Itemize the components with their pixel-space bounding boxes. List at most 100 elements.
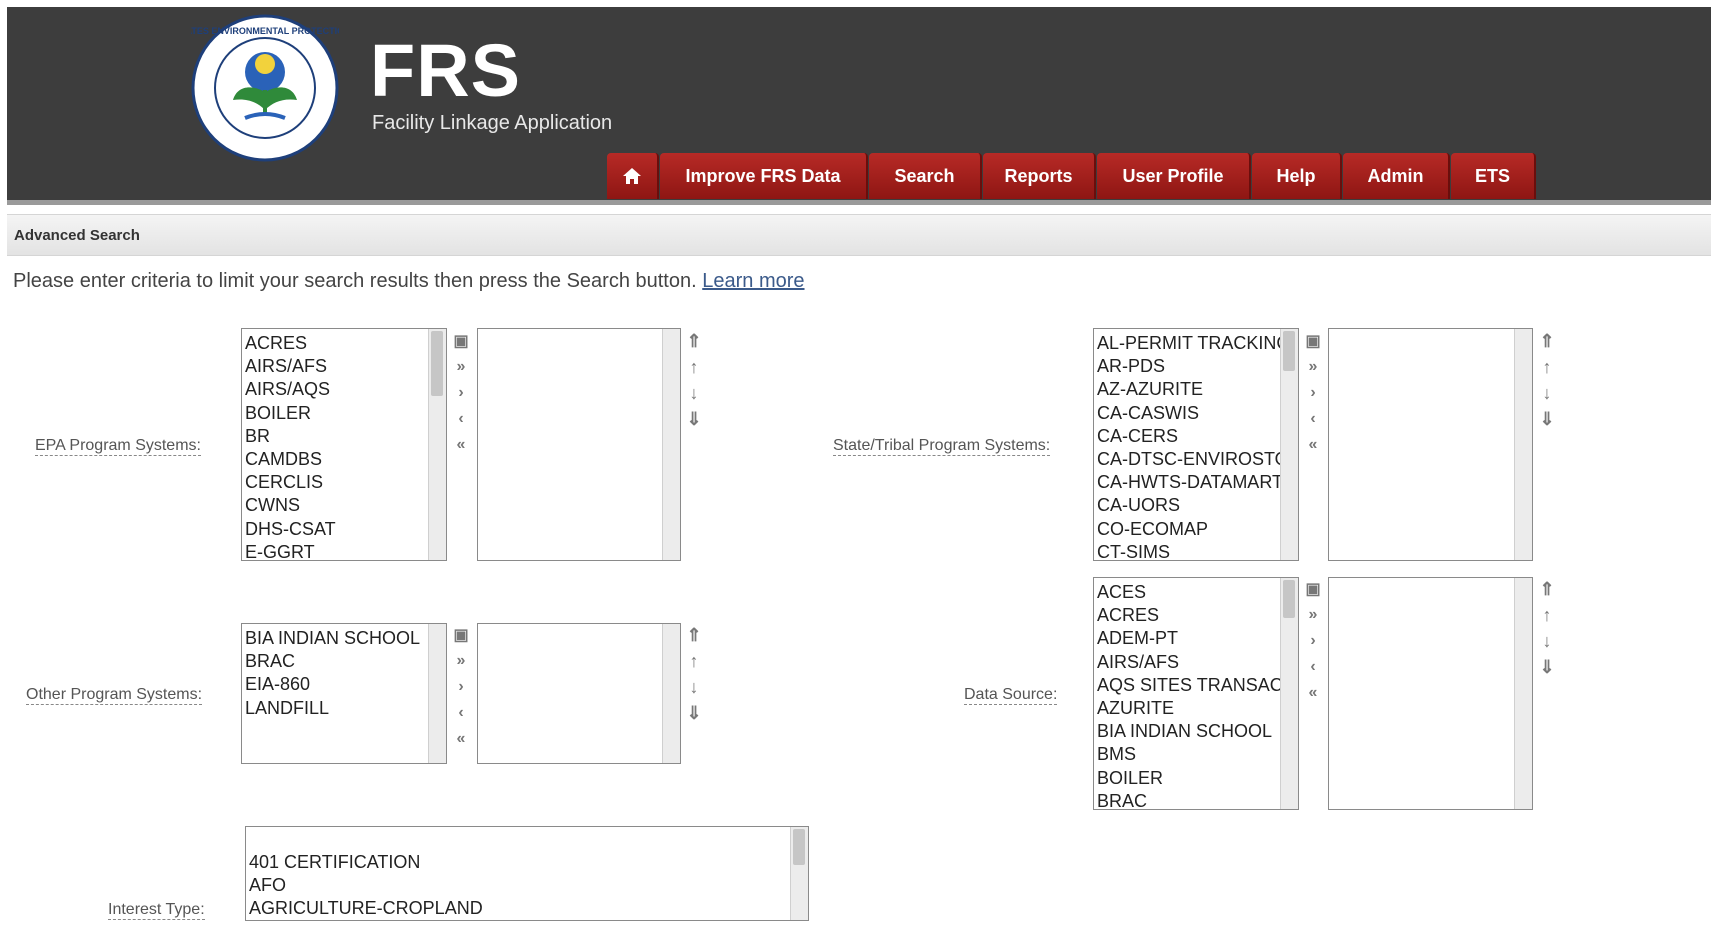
list-option[interactable]: ADEM-PT (1097, 627, 1298, 650)
list-option[interactable]: CT-SIMS (1097, 541, 1298, 560)
move-bottom-icon[interactable]: ⇓ (683, 408, 705, 430)
move-bottom-icon[interactable]: ⇓ (1536, 656, 1558, 678)
list-option[interactable]: CA-HWTS-DATAMART (1097, 471, 1298, 494)
move-top-icon[interactable]: ⇑ (683, 624, 705, 646)
move-up-icon[interactable]: ↑ (1536, 604, 1558, 626)
add-icon[interactable]: › (450, 382, 472, 404)
list-option[interactable]: CERCLIS (245, 471, 336, 494)
list-option[interactable]: AZURITE (1097, 697, 1298, 720)
list-option[interactable]: BIA INDIAN SCHOOL (1097, 720, 1298, 743)
select-all-icon[interactable]: ▣ (1302, 330, 1324, 352)
move-top-icon[interactable]: ⇑ (683, 330, 705, 352)
state-tribal-program-systems-selected-list[interactable] (1328, 328, 1533, 561)
list-option[interactable]: AQS SITES TRANSACTIONS (1097, 674, 1298, 697)
nav-ets[interactable]: ETS (1451, 153, 1536, 199)
remove-all-icon[interactable]: « (1302, 682, 1324, 704)
list-option[interactable]: CAMDBS (245, 448, 336, 471)
interest-type-list[interactable]: 401 CERTIFICATION AFO AGRICULTURE-CROPLA… (245, 826, 809, 921)
add-icon[interactable]: › (450, 676, 472, 698)
scrollbar[interactable] (790, 827, 808, 920)
remove-icon[interactable]: ‹ (1302, 656, 1324, 678)
nav-help[interactable]: Help (1252, 153, 1342, 199)
data-source-selected-list[interactable] (1328, 577, 1533, 810)
move-down-icon[interactable]: ↓ (1536, 630, 1558, 652)
select-all-icon[interactable]: ▣ (450, 624, 472, 646)
scrollbar[interactable] (662, 329, 680, 560)
list-option[interactable]: AGRICULTURE-CROPLAND (249, 897, 483, 920)
move-top-icon[interactable]: ⇑ (1536, 578, 1558, 600)
list-option[interactable]: AIRS/AFS (1097, 651, 1298, 674)
select-all-icon[interactable]: ▣ (1302, 578, 1324, 600)
list-option[interactable]: ACRES (245, 332, 336, 355)
epa-program-systems-available-list[interactable]: ACRES AIRS/AFS AIRS/AQS BOILER BR CAMDBS… (241, 328, 447, 561)
select-all-icon[interactable]: ▣ (450, 330, 472, 352)
move-bottom-icon[interactable]: ⇓ (1536, 408, 1558, 430)
add-icon[interactable]: › (1302, 382, 1324, 404)
list-option[interactable]: AIRS/AFS (245, 355, 336, 378)
list-option[interactable]: BOILER (245, 402, 336, 425)
list-option[interactable]: ACES (1097, 581, 1298, 604)
list-option[interactable]: AIRS/AQS (245, 378, 336, 401)
nav-improve-frs-data[interactable]: Improve FRS Data (660, 153, 868, 199)
list-option[interactable]: BR (245, 425, 336, 448)
add-all-icon[interactable]: » (1302, 356, 1324, 378)
scrollbar[interactable] (662, 624, 680, 763)
list-option[interactable]: E-GGRT (245, 541, 336, 560)
remove-all-icon[interactable]: « (450, 728, 472, 750)
nav-admin[interactable]: Admin (1343, 153, 1450, 199)
scrollbar[interactable] (1514, 329, 1532, 560)
move-up-icon[interactable]: ↑ (683, 356, 705, 378)
list-option[interactable]: AFO (249, 874, 483, 897)
list-option[interactable]: 401 CERTIFICATION (249, 851, 483, 874)
nav-reports[interactable]: Reports (983, 153, 1096, 199)
list-option[interactable]: CA-UORS (1097, 494, 1298, 517)
add-all-icon[interactable]: » (450, 650, 472, 672)
move-bottom-icon[interactable]: ⇓ (683, 702, 705, 724)
nav-search[interactable]: Search (869, 153, 982, 199)
scrollbar[interactable] (428, 624, 446, 763)
list-option[interactable]: BRAC (245, 650, 420, 673)
move-up-icon[interactable]: ↑ (1536, 356, 1558, 378)
scrollbar[interactable] (428, 329, 446, 560)
learn-more-link[interactable]: Learn more (702, 270, 804, 292)
move-top-icon[interactable]: ⇑ (1536, 330, 1558, 352)
list-option[interactable]: LANDFILL (245, 697, 420, 720)
move-down-icon[interactable]: ↓ (683, 382, 705, 404)
list-option[interactable]: BIA INDIAN SCHOOL (245, 627, 420, 650)
scrollbar[interactable] (1280, 578, 1298, 809)
nav-home[interactable] (607, 153, 659, 199)
other-program-systems-available-list[interactable]: BIA INDIAN SCHOOL BRAC EIA-860 LANDFILL (241, 623, 447, 764)
list-option[interactable]: CA-CERS (1097, 425, 1298, 448)
add-icon[interactable]: › (1302, 630, 1324, 652)
add-all-icon[interactable]: » (1302, 604, 1324, 626)
move-up-icon[interactable]: ↑ (683, 650, 705, 672)
list-option[interactable]: CO-ECOMAP (1097, 518, 1298, 541)
list-option[interactable]: AL-PERMIT TRACKING (1097, 332, 1298, 355)
list-option[interactable]: CA-CASWIS (1097, 402, 1298, 425)
epa-program-systems-selected-list[interactable] (477, 328, 681, 561)
remove-icon[interactable]: ‹ (1302, 408, 1324, 430)
move-down-icon[interactable]: ↓ (1536, 382, 1558, 404)
list-option[interactable]: CA-DTSC-ENVIROSTOR (1097, 448, 1298, 471)
list-option[interactable]: BRAC (1097, 790, 1298, 809)
remove-icon[interactable]: ‹ (450, 702, 472, 724)
list-option[interactable]: BOILER (1097, 767, 1298, 790)
scrollbar[interactable] (1280, 329, 1298, 560)
scrollbar[interactable] (1514, 578, 1532, 809)
state-tribal-program-systems-available-list[interactable]: AL-PERMIT TRACKING AR-PDS AZ-AZURITE CA-… (1093, 328, 1299, 561)
list-option[interactable]: AZ-AZURITE (1097, 378, 1298, 401)
other-program-systems-selected-list[interactable] (477, 623, 681, 764)
nav-user-profile[interactable]: User Profile (1097, 153, 1251, 199)
remove-all-icon[interactable]: « (450, 434, 472, 456)
move-down-icon[interactable]: ↓ (683, 676, 705, 698)
remove-all-icon[interactable]: « (1302, 434, 1324, 456)
list-option[interactable]: EIA-860 (245, 673, 420, 696)
list-option[interactable]: DHS-CSAT (245, 518, 336, 541)
list-option[interactable]: ACRES (1097, 604, 1298, 627)
add-all-icon[interactable]: » (450, 356, 472, 378)
remove-icon[interactable]: ‹ (450, 408, 472, 430)
list-option[interactable]: CWNS (245, 494, 336, 517)
list-option[interactable]: BMS (1097, 743, 1298, 766)
data-source-available-list[interactable]: ACES ACRES ADEM-PT AIRS/AFS AQS SITES TR… (1093, 577, 1299, 810)
list-option[interactable]: AR-PDS (1097, 355, 1298, 378)
